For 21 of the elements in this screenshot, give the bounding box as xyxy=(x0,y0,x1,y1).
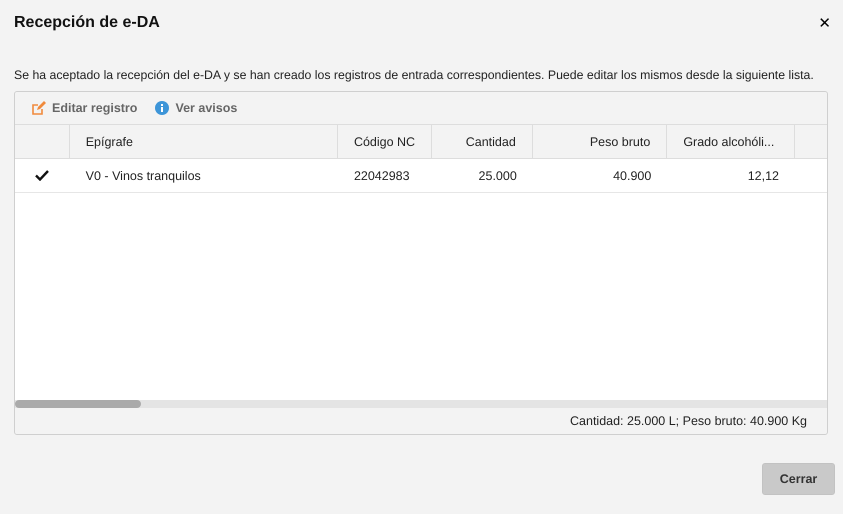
window-title: Recepción de e-DA xyxy=(14,14,160,32)
summary-text: Cantidad: 25.000 L; Peso bruto: 40.900 Kg xyxy=(570,414,807,428)
column-header[interactable]: Código NC xyxy=(338,125,432,158)
scrollbar-thumb[interactable] xyxy=(15,400,141,408)
table-cell-text: 12,12 xyxy=(746,168,780,184)
info-icon xyxy=(155,101,170,115)
toolbar-button[interactable]: Editar registro xyxy=(25,98,144,118)
column-header[interactable]: Epígrafe xyxy=(70,125,338,158)
column-header[interactable]: Peso bruto xyxy=(532,125,668,158)
edit-icon xyxy=(31,100,46,116)
table-cell-text: 40.900 xyxy=(612,168,652,184)
column-header[interactable]: Grado alcohóli... xyxy=(667,125,795,158)
close-button[interactable]: ✕ xyxy=(814,14,835,32)
table-cell-text: 25.000 xyxy=(478,168,518,184)
table-cell-text: V0 - Vinos tranquilos xyxy=(84,168,202,185)
table-cell-text: 22042983 xyxy=(352,168,411,184)
column-header[interactable]: Cantidad xyxy=(432,125,533,158)
toolbar-button[interactable]: Ver avisos xyxy=(149,99,244,117)
horizontal-scrollbar[interactable] xyxy=(15,400,827,408)
message-text: Se ha aceptado la recepción del e-DA y se han creado los registros de entrada correspondientes. Puede editar los mismos desde la siguiente lista. xyxy=(14,68,815,82)
close-dialog-button[interactable]: Cerrar xyxy=(762,463,835,495)
